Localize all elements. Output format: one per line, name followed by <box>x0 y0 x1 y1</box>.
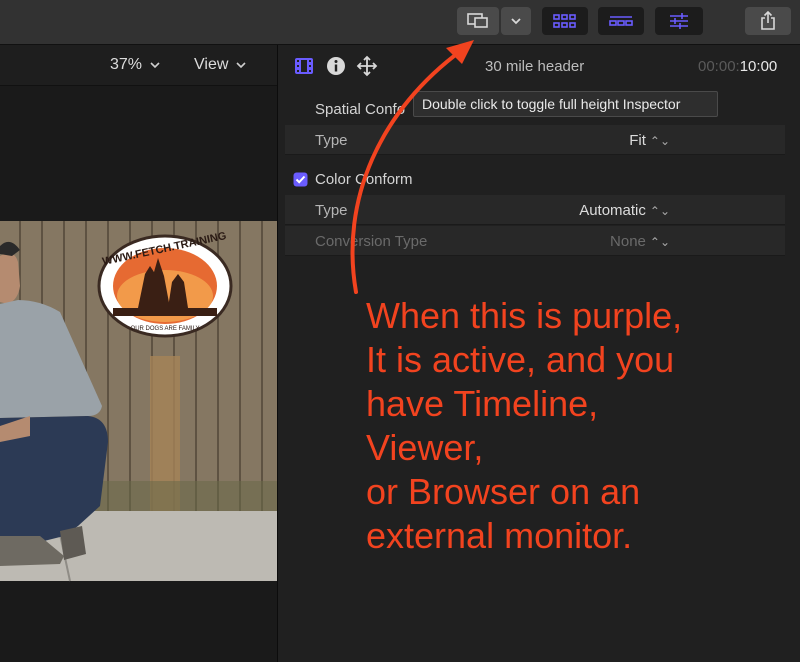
annotation-line: have Timeline, <box>366 383 599 424</box>
annotation-line: external monitor. <box>366 515 633 556</box>
annotation-text: When this is purple, It is active, and y… <box>366 294 786 558</box>
annotation-line: Viewer, <box>366 427 484 468</box>
annotation-line: or Browser on an <box>366 471 641 512</box>
annotation-line: It is active, and you <box>366 339 675 380</box>
annotation-line: When this is purple, <box>366 295 683 336</box>
